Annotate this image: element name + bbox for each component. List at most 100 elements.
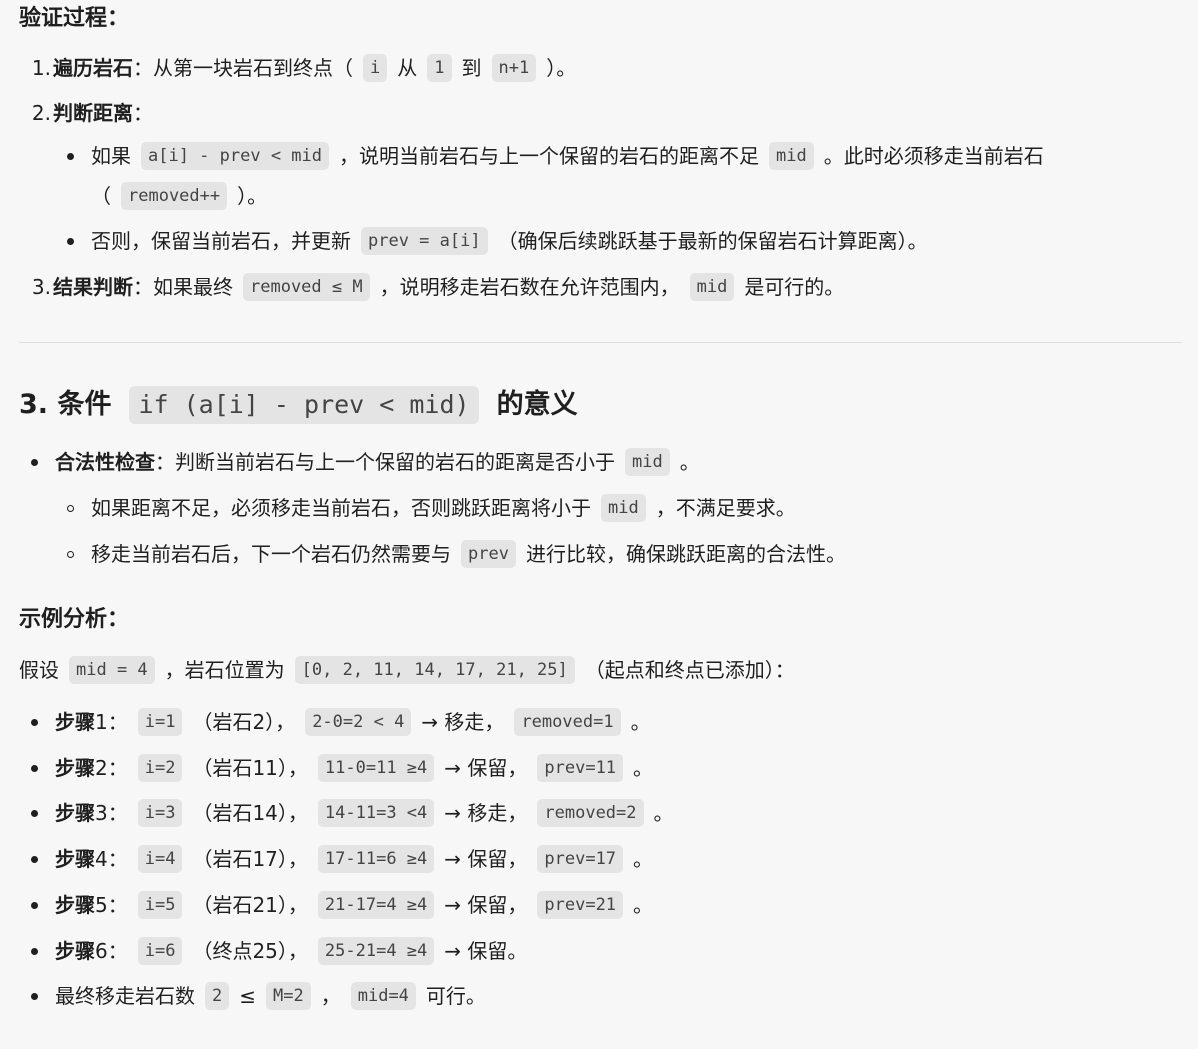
item-text: 。 bbox=[679, 450, 700, 474]
section-divider bbox=[19, 342, 1182, 343]
item-text: 从 bbox=[397, 56, 418, 80]
bullet-icon bbox=[31, 718, 38, 726]
example-step-4: 步骤 4： i=4 （岩石17）， 17-11=6 ≥4 → 保留， prev=… bbox=[31, 844, 653, 874]
inline-code: prev bbox=[461, 540, 516, 568]
item-text: ：如果最终 bbox=[133, 275, 233, 299]
inline-code: prev = a[i] bbox=[361, 227, 488, 255]
inline-code: a[i] - prev < mid bbox=[141, 142, 329, 170]
verify-item-1: 1. 遍历岩石 ：从第一块岩石到终点（ i 从 1 到 n+1 ）。 bbox=[31, 53, 576, 83]
item-text: ，岩石位置为 bbox=[164, 658, 285, 682]
item-text: 。 bbox=[633, 847, 654, 871]
inline-code: mid = 4 bbox=[69, 656, 155, 684]
inline-code: i=1 bbox=[137, 708, 183, 736]
item-text: ：从第一块岩石到终点（ bbox=[133, 56, 353, 80]
inline-code: removed ≤ M bbox=[243, 273, 370, 301]
example-step-6: 步骤 6： i=6 （终点25）， 25-21=4 ≥4 → 保留。 bbox=[31, 936, 527, 966]
inline-code: 1 bbox=[427, 54, 452, 82]
section-3-heading: 3. 条件 if (a[i] - prev < mid) 的意义 bbox=[19, 385, 578, 425]
item-bold-label: 判断距离 bbox=[53, 101, 133, 125]
step-bold-label: 步骤 bbox=[55, 939, 95, 963]
bullet-icon bbox=[67, 237, 74, 245]
inline-code: i=2 bbox=[137, 754, 183, 782]
item-text: 假设 bbox=[19, 658, 59, 682]
section-3-bullet-1: 合法性检查 ：判断当前岩石与上一个保留的岩石的距离是否小于 mid 。 bbox=[31, 447, 700, 477]
inline-code: i=3 bbox=[137, 799, 183, 827]
example-step-2: 步骤 2： i=2 （岩石11）， 11-0=11 ≥4 → 保留， prev=… bbox=[31, 753, 653, 783]
item-text: 。 bbox=[653, 801, 674, 825]
bullet-icon bbox=[31, 764, 38, 772]
list-number: 2. bbox=[31, 101, 51, 125]
inline-code: i=5 bbox=[137, 891, 183, 919]
verify-sub-item-2: 否则，保留当前岩石，并更新 prev = a[i] （确保后续跳跃基于最新的保留… bbox=[67, 226, 928, 256]
step-bold-label: 步骤 bbox=[55, 893, 95, 917]
example-step-1: 步骤 1： i=1 （岩石2）， 2-0=2 < 4 → 移走， removed… bbox=[31, 707, 651, 737]
example-step-3: 步骤 3： i=3 （岩石14）， 14-11=3 <4 → 移走， remov… bbox=[31, 798, 674, 828]
section-3-sub-bullet-1: 如果距离不足，必须移走当前岩石，否则跳跃距离将小于 mid ，不满足要求。 bbox=[67, 493, 796, 523]
item-text: ）。 bbox=[237, 184, 268, 208]
list-number: 3. bbox=[31, 275, 51, 299]
example-intro: 假设 mid = 4 ，岩石位置为 [0, 2, 11, 14, 17, 21,… bbox=[19, 655, 795, 685]
verify-heading: 验证过程： bbox=[19, 6, 130, 31]
item-text: 最终移走岩石数 bbox=[55, 984, 195, 1008]
inline-code: mid bbox=[625, 448, 670, 476]
item-bold-label: 遍历岩石 bbox=[53, 56, 133, 80]
step-bold-label: 步骤 bbox=[55, 756, 95, 780]
item-text: ，说明移走岩石数在允许范围内， bbox=[379, 275, 680, 299]
item-text: （起点和终点已添加）： bbox=[584, 658, 795, 682]
step-number: 3： bbox=[95, 801, 128, 825]
item-text: 。 bbox=[633, 893, 654, 917]
step-number: 4： bbox=[95, 847, 128, 871]
step-number: 6： bbox=[95, 939, 128, 963]
inline-code: 14-11=3 <4 bbox=[317, 799, 435, 827]
inline-code: removed=2 bbox=[537, 799, 644, 827]
heading-inline-code: if (a[i] - prev < mid) bbox=[129, 386, 479, 424]
item-text: → 保留， bbox=[444, 893, 528, 917]
list-number: 1. bbox=[31, 56, 51, 80]
item-text: 移走当前岩石后，下一个岩石仍然需要与 bbox=[91, 542, 451, 566]
bullet-icon bbox=[31, 458, 38, 466]
circle-bullet-icon bbox=[67, 550, 74, 558]
inline-code: n+1 bbox=[491, 54, 537, 82]
bullet-icon bbox=[67, 152, 74, 160]
inline-code: 2-0=2 < 4 bbox=[305, 708, 412, 736]
example-heading: 示例分析： bbox=[19, 607, 130, 632]
item-text: （岩石2）， bbox=[192, 710, 296, 734]
item-text: ≤ bbox=[239, 984, 257, 1008]
step-number: 5： bbox=[95, 893, 128, 917]
item-text: → 移走， bbox=[444, 801, 528, 825]
step-number: 1： bbox=[95, 710, 128, 734]
inline-code: i bbox=[363, 54, 388, 82]
item-text: ，不满足要求。 bbox=[655, 496, 796, 520]
inline-code: M=2 bbox=[266, 982, 311, 1010]
bullet-icon bbox=[31, 809, 38, 817]
item-text: 可行。 bbox=[425, 984, 486, 1008]
inline-code: i=4 bbox=[137, 845, 183, 873]
inline-code: prev=17 bbox=[537, 845, 624, 873]
bullet-icon bbox=[31, 992, 38, 1000]
inline-code: mid bbox=[689, 273, 735, 301]
item-text: （岩石21）， bbox=[192, 893, 308, 917]
item-text: 否则，保留当前岩石，并更新 bbox=[91, 229, 351, 253]
item-text: 如果距离不足，必须移走当前岩石，否则跳跃距离将小于 bbox=[91, 496, 591, 520]
step-bold-label: 步骤 bbox=[55, 847, 95, 871]
item-text: ：判断当前岩石与上一个保留的岩石的距离是否小于 bbox=[155, 450, 615, 474]
item-text: ）。 bbox=[546, 56, 577, 80]
inline-code: 2 bbox=[205, 982, 230, 1010]
item-text: （ bbox=[91, 184, 111, 208]
step-bold-label: 步骤 bbox=[55, 801, 95, 825]
item-text: 如果 bbox=[91, 144, 131, 168]
inline-code: prev=21 bbox=[537, 891, 624, 919]
example-final: 最终移走岩石数 2 ≤ M=2 ， mid=4 可行。 bbox=[31, 981, 486, 1011]
item-text: ： bbox=[133, 101, 153, 125]
item-text: （岩石11）， bbox=[192, 756, 308, 780]
item-text: 到 bbox=[461, 56, 482, 80]
heading-prefix: 3. 条件 bbox=[19, 389, 112, 420]
item-text: （终点25）， bbox=[192, 939, 308, 963]
inline-code: 25-21=4 ≥4 bbox=[317, 937, 435, 965]
verify-sub-item-1: 如果 a[i] - prev < mid ，说明当前岩石与上一个保留的岩石的距离… bbox=[67, 141, 1044, 171]
item-bold-label: 合法性检查 bbox=[55, 450, 155, 474]
step-number: 2： bbox=[95, 756, 128, 780]
inline-code: mid bbox=[769, 142, 814, 170]
example-step-5: 步骤 5： i=5 （岩石21）， 21-17=4 ≥4 → 保留， prev=… bbox=[31, 890, 653, 920]
inline-code: mid bbox=[601, 494, 646, 522]
